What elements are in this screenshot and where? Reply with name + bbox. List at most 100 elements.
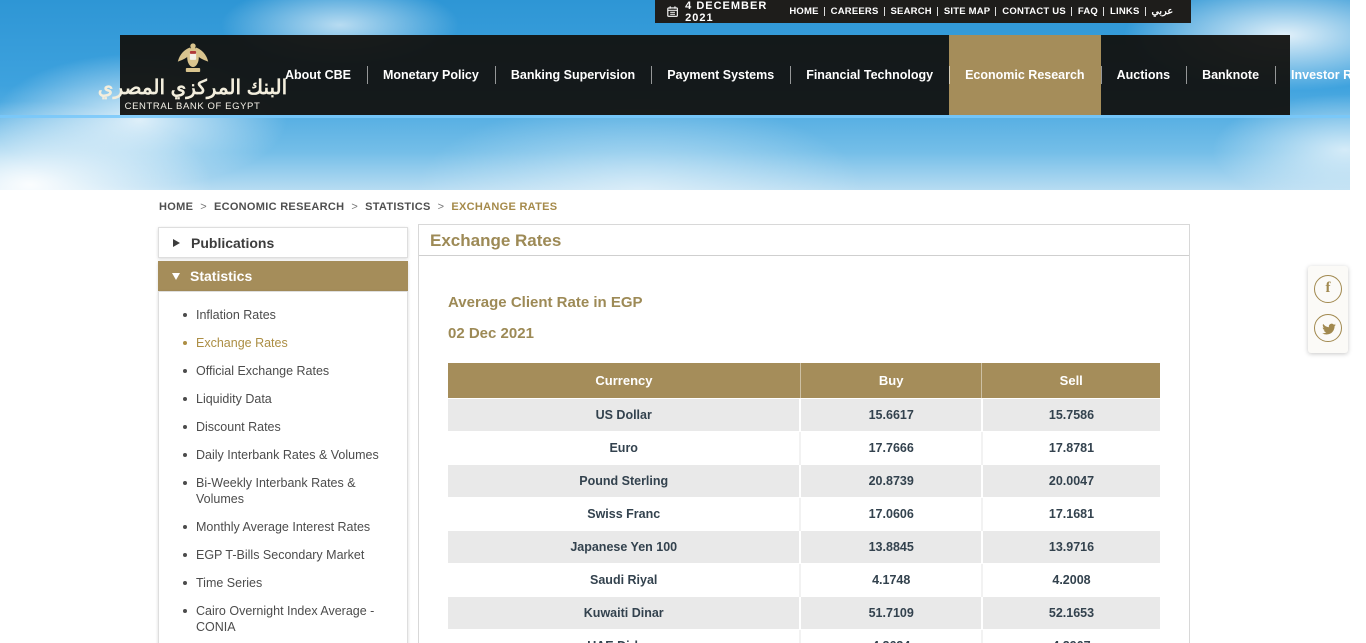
page-title: Exchange Rates <box>419 225 1189 256</box>
sidebar-item-inflation-rates[interactable]: Inflation Rates <box>183 307 395 323</box>
statistics-submenu: Inflation Rates Exchange Rates Official … <box>158 291 408 643</box>
top-utility-bar: 4 DECEMBER 2021 HOME CAREERS SEARCH SITE… <box>655 0 1191 23</box>
col-header-buy: Buy <box>800 363 982 398</box>
facebook-button[interactable]: f <box>1314 275 1342 303</box>
social-share-panel: f <box>1308 266 1348 353</box>
sell-cell: 20.0047 <box>982 464 1160 497</box>
bullet-icon <box>183 313 187 317</box>
toplink-home[interactable]: HOME <box>783 6 824 17</box>
section-title: Average Client Rate in EGP <box>448 294 1160 311</box>
sidebar-item-official-exchange-rates[interactable]: Official Exchange Rates <box>183 363 395 379</box>
sidebar-item-daily-interbank[interactable]: Daily Interbank Rates & Volumes <box>183 447 395 463</box>
sidebar-item-conia[interactable]: Cairo Overnight Index Average - CONIA <box>183 603 395 635</box>
main-navbar: البنك المركزي المصري CENTRAL BANK OF EGY… <box>120 35 1290 115</box>
toplink-faq[interactable]: FAQ <box>1072 6 1104 17</box>
sidebar-item-biweekly-interbank[interactable]: Bi-Weekly Interbank Rates & Volumes <box>183 475 395 507</box>
sell-cell: 4.2907 <box>982 629 1160 643</box>
buy-cell: 51.7109 <box>800 596 982 629</box>
bullet-icon <box>183 481 187 485</box>
currency-cell: Euro <box>448 431 800 464</box>
cbe-logo[interactable]: البنك المركزي المصري CENTRAL BANK OF EGY… <box>120 35 265 115</box>
breadcrumb: HOME > ECONOMIC RESEARCH > STATISTICS > … <box>159 201 557 213</box>
breadcrumb-separator: > <box>438 201 445 213</box>
sidebar-item-egp-tbills[interactable]: EGP T-Bills Secondary Market <box>183 547 395 563</box>
twitter-button[interactable] <box>1314 314 1342 342</box>
table-row: US Dollar15.661715.7586 <box>448 398 1160 431</box>
bullet-icon <box>183 553 187 557</box>
toplink-careers[interactable]: CAREERS <box>825 6 885 17</box>
date-label: 4 DECEMBER 2021 <box>685 0 783 24</box>
table-row: Kuwaiti Dinar51.710952.1653 <box>448 596 1160 629</box>
toplink-site-map[interactable]: SITE MAP <box>938 6 996 17</box>
currency-cell: Saudi Riyal <box>448 563 800 596</box>
bullet-icon <box>183 525 187 529</box>
twitter-icon <box>1321 321 1336 336</box>
statistics-label: Statistics <box>190 268 252 284</box>
facebook-icon: f <box>1326 280 1331 297</box>
nav-item-payment-systems[interactable]: Payment Systems <box>651 35 790 115</box>
bullet-icon <box>183 369 187 373</box>
logo-arabic-text: البنك المركزي المصري <box>98 77 287 99</box>
sidebar: Publications Statistics Inflation Rates … <box>158 227 408 643</box>
bullet-icon <box>183 453 187 457</box>
toplink-arabic[interactable]: عربي <box>1146 6 1179 17</box>
sell-cell: 52.1653 <box>982 596 1160 629</box>
toplink-search[interactable]: SEARCH <box>885 6 938 17</box>
logo-english-text: CENTRAL BANK OF EGYPT <box>125 101 261 112</box>
nav-item-about-cbe[interactable]: About CBE <box>269 35 367 115</box>
bullet-icon <box>183 425 187 429</box>
currency-cell: US Dollar <box>448 398 800 431</box>
publications-label: Publications <box>191 235 274 251</box>
crumb-home[interactable]: HOME <box>159 201 193 213</box>
nav-item-financial-technology[interactable]: Financial Technology <box>790 35 949 115</box>
sell-cell: 15.7586 <box>982 398 1160 431</box>
table-row: Swiss Franc17.060617.1681 <box>448 497 1160 530</box>
table-row: Japanese Yen 10013.884513.9716 <box>448 530 1160 563</box>
buy-cell: 4.2634 <box>800 629 982 643</box>
sidebar-section-publications[interactable]: Publications <box>158 227 408 258</box>
top-links: HOME CAREERS SEARCH SITE MAP CONTACT US … <box>783 6 1179 17</box>
buy-cell: 4.1748 <box>800 563 982 596</box>
buy-cell: 13.8845 <box>800 530 982 563</box>
exchange-rates-table: Currency Buy Sell US Dollar15.661715.758… <box>448 363 1160 643</box>
buy-cell: 17.0606 <box>800 497 982 530</box>
nav-item-banknote[interactable]: Banknote <box>1186 35 1275 115</box>
buy-cell: 15.6617 <box>800 398 982 431</box>
table-row: Saudi Riyal4.17484.2008 <box>448 563 1160 596</box>
calendar-icon <box>667 5 678 18</box>
toplink-links[interactable]: LINKS <box>1104 6 1146 17</box>
sidebar-section-statistics[interactable]: Statistics <box>158 261 408 291</box>
nav-item-auctions[interactable]: Auctions <box>1101 35 1186 115</box>
currency-cell: Japanese Yen 100 <box>448 530 800 563</box>
crumb-economic-research[interactable]: ECONOMIC RESEARCH <box>214 201 344 213</box>
buy-cell: 17.7666 <box>800 431 982 464</box>
crumb-statistics[interactable]: STATISTICS <box>365 201 431 213</box>
main-content-panel: Exchange Rates Average Client Rate in EG… <box>418 224 1190 643</box>
nav-item-economic-research[interactable]: Economic Research <box>949 35 1101 115</box>
bullet-icon <box>183 581 187 585</box>
crumb-exchange-rates: EXCHANGE RATES <box>451 201 557 213</box>
nav-item-banking-supervision[interactable]: Banking Supervision <box>495 35 651 115</box>
sell-cell: 4.2008 <box>982 563 1160 596</box>
buy-cell: 20.8739 <box>800 464 982 497</box>
sidebar-item-time-series[interactable]: Time Series <box>183 575 395 591</box>
sell-cell: 13.9716 <box>982 530 1160 563</box>
bullet-icon <box>183 341 187 345</box>
nav-item-investor-relations[interactable]: Investor Relations <box>1275 35 1366 115</box>
currency-cell: UAE Dirham <box>448 629 800 643</box>
table-row: Pound Sterling20.873920.0047 <box>448 464 1160 497</box>
table-row: UAE Dirham4.26344.2907 <box>448 629 1160 643</box>
toplink-contact-us[interactable]: CONTACT US <box>996 6 1072 17</box>
chevron-down-icon <box>172 273 180 280</box>
currency-cell: Swiss Franc <box>448 497 800 530</box>
sidebar-item-exchange-rates[interactable]: Exchange Rates <box>183 335 395 351</box>
sidebar-item-liquidity-data[interactable]: Liquidity Data <box>183 391 395 407</box>
sidebar-item-discount-rates[interactable]: Discount Rates <box>183 419 395 435</box>
nav-item-monetary-policy[interactable]: Monetary Policy <box>367 35 495 115</box>
sell-cell: 17.8781 <box>982 431 1160 464</box>
sidebar-item-monthly-avg-interest[interactable]: Monthly Average Interest Rates <box>183 519 395 535</box>
nav-menu: About CBE Monetary Policy Banking Superv… <box>269 35 1366 115</box>
col-header-currency: Currency <box>448 363 800 398</box>
col-header-sell: Sell <box>982 363 1160 398</box>
chevron-right-icon <box>173 239 180 247</box>
